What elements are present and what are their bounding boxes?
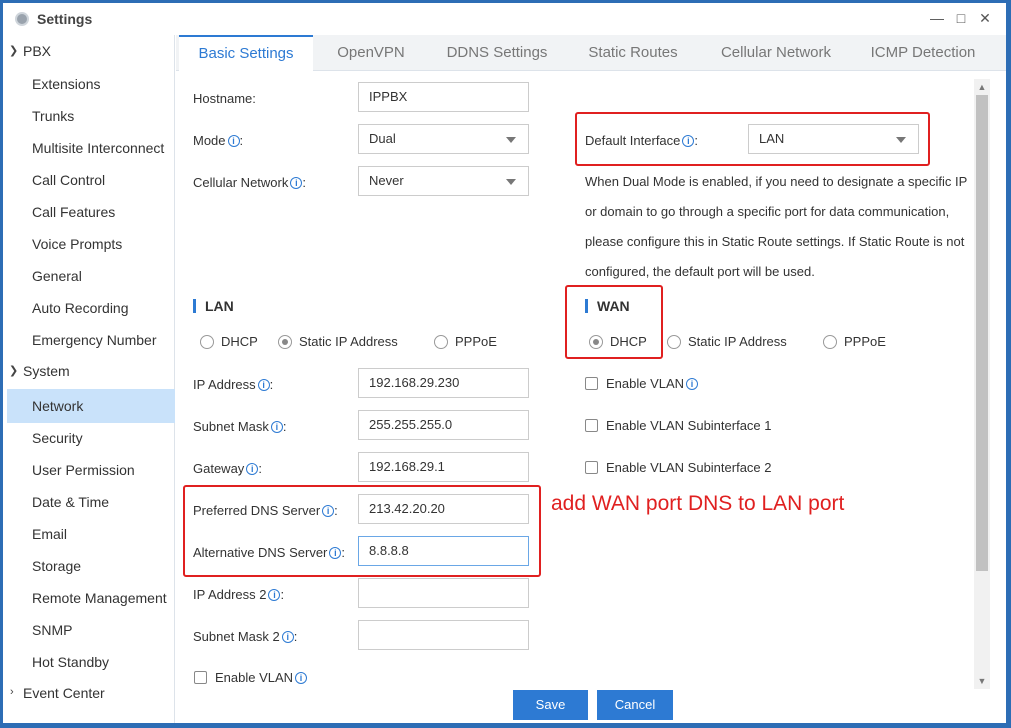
info-icon[interactable]: i [270,421,283,433]
minimize-icon[interactable]: — [928,9,946,27]
title-bar: Settings — □ ✕ [3,3,1006,35]
tab-cellular-network[interactable]: Cellular Network [701,35,851,71]
scrollbar[interactable]: ▲ ▼ [974,79,990,689]
main-panel: Basic Settings OpenVPN DDNS Settings Sta… [176,35,1006,723]
sidebar-item-storage[interactable]: Storage [3,551,175,581]
gateway-label: Gateway [193,461,245,476]
info-icon[interactable]: i [686,378,699,390]
sidebar-item-call-features[interactable]: Call Features [3,197,175,227]
tab-static-routes[interactable]: Static Routes [569,35,697,71]
highlight-box-default-interface [575,112,930,166]
sidebar-item-emergency-number[interactable]: Emergency Number [3,325,175,355]
subnet-mask-2-input[interactable] [358,620,529,650]
sidebar-item-call-control[interactable]: Call Control [3,165,175,195]
chevron-down-icon: ❯ [9,45,19,57]
scroll-down-icon[interactable]: ▼ [974,673,990,689]
ip-address-2-label: IP Address 2 [193,587,267,602]
settings-gear-icon [15,12,29,26]
annotation-text: add WAN port DNS to LAN port [551,492,845,515]
subnet-mask-label-row: Subnet Mask i: [193,419,287,434]
tab-basic-settings[interactable]: Basic Settings [179,35,313,71]
sidebar-item-multisite[interactable]: Multisite Interconnect [3,133,175,163]
cellular-label: Cellular Network [193,175,289,190]
save-button[interactable]: Save [513,690,588,720]
lan-section-title: LAN [193,298,234,314]
scroll-up-icon[interactable]: ▲ [974,79,990,95]
sidebar: ❯ PBX Extensions Trunks Multisite Interc… [3,35,175,723]
settings-window: Settings — □ ✕ ❯ PBX Extensions Trunks M… [2,2,1007,724]
sidebar-item-network[interactable]: Network [3,389,175,423]
sidebar-group-event-center[interactable]: › Event Center [3,681,175,707]
ip-address-2-input[interactable] [358,578,529,608]
tab-icmp-detection[interactable]: ICMP Detection [855,35,991,71]
subnet-mask-input[interactable]: 255.255.255.0 [358,410,529,440]
gateway-label-row: Gateway i: [193,461,262,476]
cellular-network-select[interactable]: Never [358,166,529,196]
mode-label: Mode [193,133,226,148]
mode-label-row: Mode i: [193,133,244,148]
chevron-down-icon [506,137,516,143]
info-icon[interactable]: i [257,379,270,391]
hostname-label: Hostname: [193,91,256,106]
sidebar-group-pbx[interactable]: ❯ PBX [3,39,175,65]
tab-ddns-settings[interactable]: DDNS Settings [429,35,565,71]
tab-openvpn[interactable]: OpenVPN [317,35,425,71]
info-icon[interactable]: i [227,135,240,147]
chevron-right-icon: › [10,686,14,698]
window-title: Settings [37,11,93,27]
sidebar-item-snmp[interactable]: SNMP [3,615,175,645]
sidebar-item-auto-recording[interactable]: Auto Recording [3,293,175,323]
chevron-down-icon: ❯ [9,365,19,377]
mode-select[interactable]: Dual [358,124,529,154]
ip-address-2-label-row: IP Address 2i: [193,587,285,602]
sidebar-item-date-time[interactable]: Date & Time [3,487,175,517]
sidebar-item-extensions[interactable]: Extensions [3,69,175,99]
subnet-mask-2-label-row: Subnet Mask 2i: [193,629,298,644]
subnet-mask-label: Subnet Mask [193,419,269,434]
gateway-input[interactable]: 192.168.29.1 [358,452,529,482]
info-icon[interactable]: i [246,463,259,475]
sidebar-item-general[interactable]: General [3,261,175,291]
tab-bar: Basic Settings OpenVPN DDNS Settings Sta… [176,35,1006,71]
subnet-mask-2-label: Subnet Mask 2 [193,629,280,644]
chevron-down-icon [506,179,516,185]
info-icon[interactable]: i [295,672,308,684]
sidebar-item-email[interactable]: Email [3,519,175,549]
scroll-thumb[interactable] [976,95,988,571]
ip-address-label: IP Address [193,377,256,392]
sidebar-item-trunks[interactable]: Trunks [3,101,175,131]
maximize-icon[interactable]: □ [952,9,970,27]
close-icon[interactable]: ✕ [976,9,994,27]
sidebar-item-remote-management[interactable]: Remote Management [3,583,175,613]
highlight-box-wan [565,285,663,359]
info-icon[interactable]: i [268,589,281,601]
hostname-input[interactable]: IPPBX [358,82,529,112]
cancel-button[interactable]: Cancel [597,690,673,720]
sidebar-group-system[interactable]: ❯ System [3,359,175,385]
cellular-label-row: Cellular Network i: [193,175,306,190]
sidebar-item-voice-prompts[interactable]: Voice Prompts [3,229,175,259]
ip-address-input[interactable]: 192.168.29.230 [358,368,529,398]
dual-mode-description: When Dual Mode is enabled, if you need t… [585,174,968,279]
info-icon[interactable]: i [290,177,303,189]
ip-address-label-row: IP Address i: [193,377,274,392]
info-icon[interactable]: i [281,631,294,643]
highlight-box-dns [183,485,541,577]
sidebar-item-hot-standby[interactable]: Hot Standby [3,647,175,677]
sidebar-item-user-permission[interactable]: User Permission [3,455,175,485]
sidebar-item-security[interactable]: Security [3,423,175,453]
